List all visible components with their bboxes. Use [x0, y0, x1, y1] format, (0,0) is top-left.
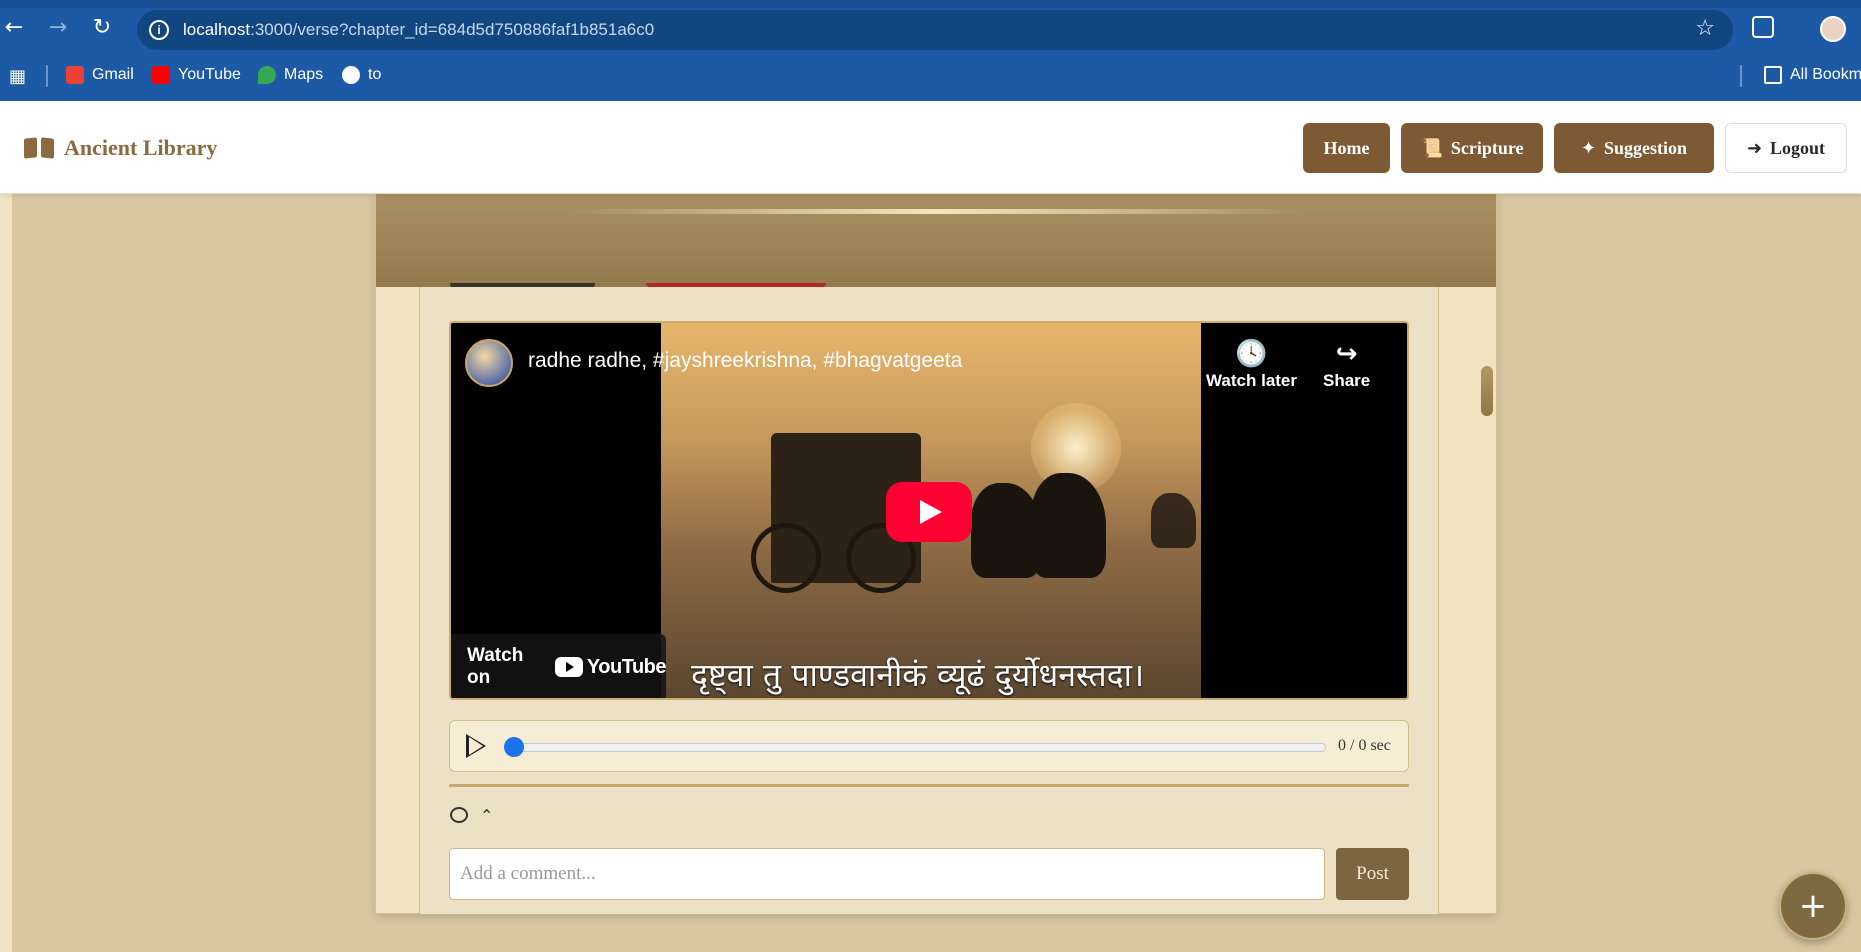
- bookmarks-divider: [1740, 65, 1742, 87]
- comment-bubble-icon[interactable]: [450, 807, 468, 823]
- book-icon: [24, 136, 54, 160]
- share-label: Share: [1323, 371, 1371, 390]
- folder-icon: [1764, 66, 1782, 84]
- horse-shape: [1151, 493, 1196, 548]
- chariot-wheel: [751, 523, 821, 593]
- bookmarks-bar: ▦ Gmail YouTube Maps to All Bookm: [0, 51, 1861, 101]
- logout-label: Logout: [1770, 137, 1826, 158]
- address-bar[interactable]: i localhost:3000/verse?chapter_id=684d5d…: [137, 10, 1733, 50]
- site-info-icon[interactable]: i: [149, 20, 169, 40]
- post-comment-button[interactable]: Post: [1336, 848, 1409, 900]
- scroll-icon: 📜: [1420, 137, 1443, 159]
- logout-button[interactable]: ➜ Logout: [1725, 123, 1847, 173]
- sparkles-icon: ✦: [1580, 137, 1597, 159]
- bookmark-youtube[interactable]: YouTube: [152, 66, 241, 84]
- watch-later-button[interactable]: 🕓 Watch later: [1206, 339, 1297, 391]
- audio-time: 0 / 0 sec: [1338, 737, 1391, 754]
- home-label: Home: [1323, 137, 1370, 158]
- page-left-edge: [0, 194, 12, 952]
- share-button[interactable]: ↪ Share: [1323, 339, 1370, 391]
- decorative-divider: [571, 209, 1301, 214]
- audio-seek-thumb[interactable]: [504, 737, 524, 757]
- suggestion-button[interactable]: ✦ Suggestion: [1554, 123, 1714, 173]
- audio-seek-bar[interactable]: [506, 743, 1326, 752]
- forward-icon[interactable]: →: [44, 14, 72, 42]
- watch-later-label: Watch later: [1206, 371, 1298, 390]
- reload-icon[interactable]: ↻: [88, 14, 116, 42]
- audio-play-icon-inner: [469, 737, 483, 755]
- watch-on-label: Watch on: [467, 645, 524, 688]
- add-fab-button[interactable]: +: [1779, 872, 1847, 940]
- all-bookmarks[interactable]: All Bookm: [1764, 66, 1861, 84]
- home-button[interactable]: Home: [1303, 123, 1390, 173]
- audio-player: 0 / 0 sec: [449, 720, 1409, 772]
- chevron-up-icon[interactable]: ⌃: [480, 806, 493, 825]
- maps-pin-icon: [258, 66, 276, 84]
- gmail-icon: [66, 66, 84, 84]
- profile-avatar[interactable]: [1820, 16, 1846, 42]
- bookmarks-divider: [46, 65, 48, 87]
- bookmark-label: YouTube: [178, 66, 241, 83]
- channel-avatar[interactable]: [465, 339, 513, 387]
- apps-grid-icon[interactable]: ▦: [9, 66, 26, 87]
- youtube-embed[interactable]: दृष्ट्वा तु पाण्डवानीकं व्यूढं दुर्योधनस…: [449, 321, 1409, 700]
- post-label: Post: [1356, 863, 1389, 884]
- scripture-label: Scripture: [1450, 137, 1524, 158]
- url-text[interactable]: localhost:3000/verse?chapter_id=684d5d75…: [183, 20, 654, 40]
- youtube-play-icon: [554, 657, 583, 677]
- plus-icon: +: [1798, 886, 1828, 926]
- youtube-logo: YouTube: [554, 655, 667, 679]
- video-caption: दृष्ट्वा तु पाण्डवानीकं व्यूढं दुर्योधनस…: [691, 656, 1145, 694]
- bookmark-maps[interactable]: Maps: [258, 66, 323, 84]
- youtube-icon: [152, 66, 170, 84]
- comment-input[interactable]: Add a comment...: [449, 848, 1325, 900]
- clock-icon: 🕓: [1235, 339, 1268, 369]
- extensions-icon[interactable]: [1752, 16, 1774, 38]
- comment-placeholder: Add a comment...: [460, 863, 596, 884]
- scrollbar-thumb[interactable]: [1481, 366, 1493, 416]
- bookmark-label: Gmail: [92, 66, 134, 83]
- bookmark-star-icon[interactable]: ☆: [1695, 16, 1715, 41]
- all-bookmarks-label: All Bookm: [1790, 66, 1861, 83]
- login-arrow-icon: ➜: [1746, 137, 1763, 159]
- card-header-band: [376, 194, 1496, 287]
- url-host: localhost: [183, 20, 251, 39]
- watch-on-youtube-button[interactable]: Watch on YouTube: [451, 634, 667, 698]
- video-title[interactable]: radhe radhe, #jayshreekrishna, #bhagvatg…: [528, 349, 962, 373]
- section-divider: [449, 784, 1409, 787]
- horse-shape: [1031, 473, 1106, 578]
- bookmark-label: to: [368, 66, 382, 83]
- share-arrow-icon: ↪: [1335, 339, 1358, 369]
- brand-logo[interactable]: Ancient Library: [24, 135, 217, 161]
- youtube-wordmark: YouTube: [586, 655, 667, 678]
- brand-name: Ancient Library: [64, 135, 218, 160]
- globe-icon: [342, 66, 360, 84]
- bookmark-gmail[interactable]: Gmail: [66, 66, 134, 84]
- bookmark-label: Maps: [284, 66, 324, 83]
- tab-strip: [0, 0, 1861, 8]
- suggestion-label: Suggestion: [1604, 137, 1688, 158]
- url-path: :3000/verse?chapter_id=684d5d750886faf1b…: [250, 20, 655, 39]
- back-icon[interactable]: ←: [0, 14, 28, 42]
- play-button[interactable]: [886, 482, 972, 542]
- scripture-button[interactable]: 📜 Scripture: [1401, 123, 1543, 173]
- browser-toolbar: ← → ↻ i localhost:3000/verse?chapter_id=…: [0, 0, 1861, 51]
- app-header: Ancient Library Home 📜 Scripture ✦ Sugge…: [0, 101, 1861, 194]
- bookmark-to[interactable]: to: [342, 66, 381, 84]
